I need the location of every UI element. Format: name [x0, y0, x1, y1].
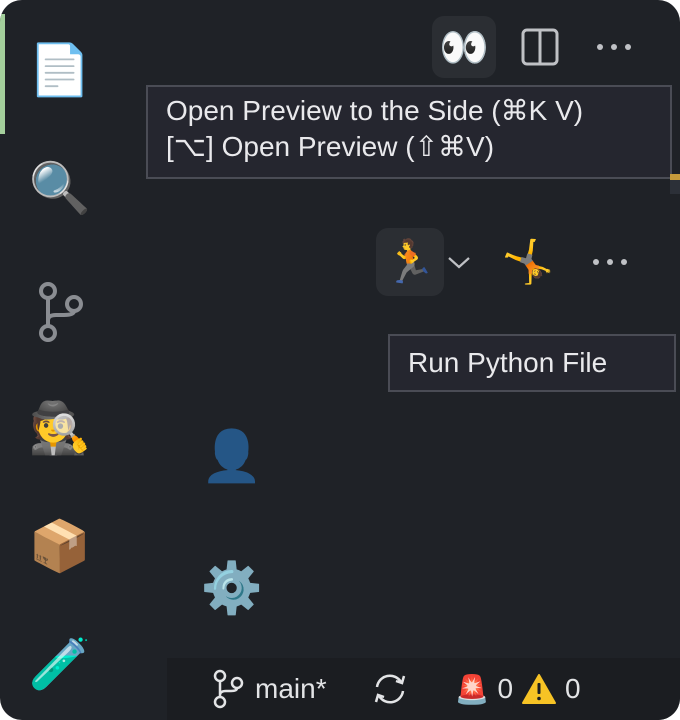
package-icon: 📦	[28, 517, 92, 575]
status-bar: main* 🚨 0 0	[167, 658, 680, 720]
bust-silhouette-icon: 👤	[200, 427, 264, 485]
tooltip-line-primary: Open Preview to the Side (⌘K V)	[166, 95, 584, 126]
activity-explorer[interactable]: 📄	[22, 32, 98, 108]
sync-icon	[374, 674, 405, 704]
more-icon	[593, 259, 627, 265]
problems-status-item[interactable]: 🚨 0 0	[455, 673, 581, 706]
activity-search[interactable]: 🔍	[22, 150, 98, 226]
test-tube-icon: 🧪	[28, 635, 92, 693]
run-dropdown-button[interactable]	[444, 246, 474, 280]
open-preview-button[interactable]: 👀	[432, 16, 496, 78]
documents-icon: 📄	[28, 41, 92, 99]
scrollbar-thumb[interactable]	[670, 180, 680, 194]
runner-icon: 🏃	[383, 237, 437, 286]
cartwheel-icon: 🤸	[501, 237, 555, 286]
sync-status-item[interactable]	[371, 671, 409, 707]
accounts-button[interactable]: 👤	[194, 418, 270, 494]
run-python-file-button[interactable]: 🏃	[376, 228, 444, 296]
branch-name: main*	[255, 673, 327, 704]
run-python-tooltip: Run Python File	[388, 334, 676, 392]
run-more-actions-button[interactable]	[580, 228, 640, 296]
activity-extensions[interactable]: 📦	[22, 508, 98, 584]
debug-button[interactable]: 🤸	[496, 228, 560, 296]
detective-icon: 🕵️	[28, 399, 92, 457]
active-view-indicator	[0, 14, 5, 134]
more-icon	[597, 44, 631, 50]
manage-button[interactable]: ⚙️	[194, 550, 270, 626]
eyes-icon: 👀	[439, 24, 489, 71]
split-editor-button[interactable]	[510, 16, 570, 78]
activity-remote-explorer[interactable]: 🕵️	[22, 390, 98, 466]
branch-status-item[interactable]: main*	[211, 669, 327, 709]
warning-count: 0	[565, 673, 581, 704]
tooltip-line-alt: [⌥] Open Preview (⇧⌘V)	[166, 131, 495, 162]
open-preview-tooltip: Open Preview to the Side (⌘K V) [⌥] Open…	[146, 85, 672, 179]
source-control-icon	[39, 282, 83, 342]
more-actions-button[interactable]	[586, 16, 642, 78]
gear-icon: ⚙️	[200, 559, 264, 617]
split-editor-icon	[521, 28, 559, 66]
activity-source-control[interactable]	[22, 274, 98, 350]
tooltip-text: Run Python File	[408, 347, 608, 378]
git-branch-icon	[213, 669, 244, 709]
chevron-down-icon	[448, 257, 470, 269]
magnifier-icon: 🔍	[28, 159, 92, 217]
vscode-window: 📄 🔍 🕵️ 📦 🧪 👤 ⚙️ 👀 Open Preview to the Si…	[0, 0, 680, 720]
siren-icon: 🚨	[454, 672, 490, 706]
activity-testing[interactable]: 🧪	[22, 626, 98, 702]
warning-icon	[522, 674, 557, 704]
error-count: 0	[497, 673, 514, 704]
